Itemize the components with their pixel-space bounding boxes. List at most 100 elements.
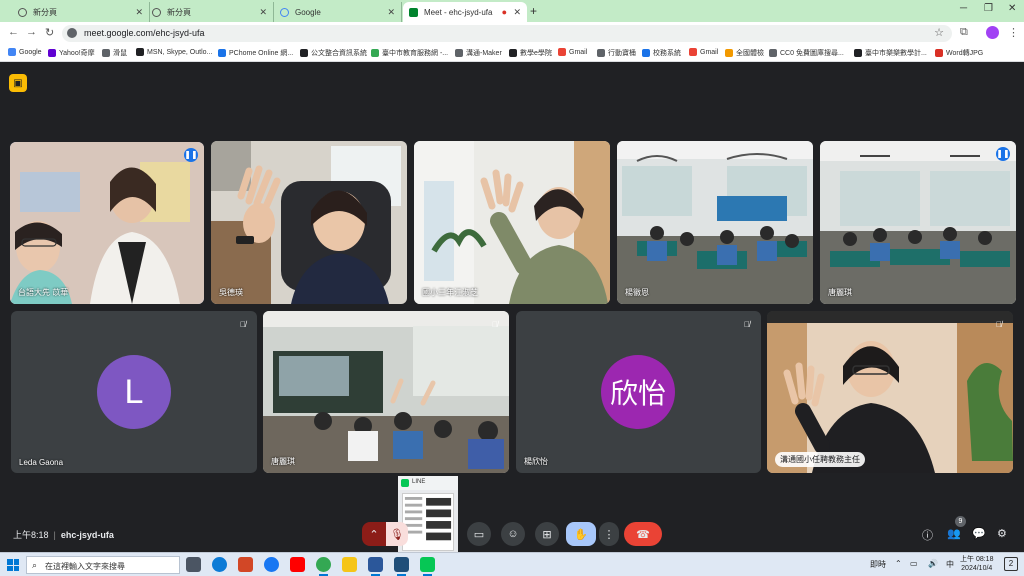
tab-title: 新分頁: [167, 7, 191, 17]
taskbar-clock[interactable]: 上午 08:18 2024/10/4: [960, 555, 993, 573]
bookmark-favicon-icon: [769, 49, 777, 57]
line-pip-window[interactable]: LINE: [398, 476, 458, 554]
reactions-button[interactable]: ☺: [501, 522, 525, 546]
reload-icon[interactable]: ↻: [45, 26, 54, 39]
chrome-icon[interactable]: [316, 557, 331, 576]
mic-options-button[interactable]: ⌃: [362, 522, 386, 546]
participant-tile[interactable]: ❚❚ 台語大先 苡華: [10, 142, 204, 304]
pip-preview: [402, 493, 454, 551]
windows-start-icon[interactable]: [7, 559, 19, 571]
close-tab-icon[interactable]: ✕: [259, 7, 267, 18]
tab-meet[interactable]: Meet - ehc-jsyd-ufa ● ✕: [403, 2, 527, 22]
more-options-button[interactable]: ⋮: [599, 522, 619, 546]
edge-icon[interactable]: [212, 557, 227, 572]
camera-off-icon[interactable]: ▣: [9, 74, 27, 92]
volume-icon[interactable]: 🔊: [928, 559, 938, 568]
bookmark-item[interactable]: Google: [8, 48, 42, 56]
line-app-icon[interactable]: [420, 557, 435, 576]
bookmark-label: 公文整合資訊系統: [311, 50, 367, 57]
close-tab-icon[interactable]: ✕: [135, 7, 143, 18]
bookmark-item[interactable]: PChome Online 網...: [218, 48, 293, 58]
profile-avatar[interactable]: [986, 26, 999, 39]
app-icon[interactable]: [394, 557, 409, 576]
people-icon[interactable]: 👥: [947, 527, 961, 540]
bookmark-item[interactable]: Gmail: [558, 48, 587, 56]
close-tab-icon[interactable]: ✕: [513, 7, 521, 18]
url-text: meet.google.com/ehc-jsyd-ufa: [84, 28, 205, 38]
omnibox[interactable]: meet.google.com/ehc-jsyd-ufa ☆: [62, 25, 952, 42]
bookmark-item[interactable]: MSN, Skype, Outlo...: [136, 48, 212, 56]
bookmark-label: 溝通-Maker: [466, 50, 502, 57]
powerpoint-icon[interactable]: [238, 557, 253, 572]
word-icon[interactable]: [368, 557, 383, 576]
bookmark-item[interactable]: 溝通-Maker: [455, 48, 502, 58]
notification-center-icon[interactable]: 2: [1004, 557, 1018, 571]
task-view-icon[interactable]: [186, 557, 201, 572]
extensions-icon[interactable]: ⧉: [960, 26, 968, 39]
tab-google[interactable]: Google ✕: [274, 2, 402, 22]
participant-tile[interactable]: L 🎙̸ Leda Gaona: [11, 311, 257, 473]
tab-new-2[interactable]: 新分頁 ✕: [146, 2, 274, 22]
bookmark-favicon-icon: [136, 48, 144, 56]
bookmark-item[interactable]: CC0 免費圖庫搜尋...: [769, 48, 844, 58]
chat-icon[interactable]: 💬: [972, 527, 986, 540]
menu-kebab-icon[interactable]: ⋮: [1008, 26, 1019, 39]
bookmark-item[interactable]: 校務系統: [642, 48, 681, 58]
taskbar-search-input[interactable]: ⌕ 在這裡輸入文字來搜尋: [26, 556, 180, 574]
participant-tile[interactable]: ❚❚ 唐麗琪: [820, 141, 1016, 304]
meet-stage: ▣ ❚❚ 台語大先 苡華 吳德瑛 國小三年江淑芝 楊徽恩 ❚❚ 唐麗琪 L 🎙̸…: [0, 62, 1024, 554]
new-tab-button[interactable]: +: [530, 4, 537, 18]
present-button[interactable]: ⊞: [535, 522, 559, 546]
bookmarks-bar: Google Yahoo!奇摩 滑鼠 MSN, Skype, Outlo... PCho…: [0, 44, 1024, 62]
globe-icon: [152, 7, 161, 17]
bookmark-item[interactable]: Word轉JPG: [935, 48, 983, 58]
bookmark-item[interactable]: Yahoo!奇摩: [48, 48, 95, 58]
people-count-badge: 9: [955, 516, 966, 527]
participant-tile[interactable]: 楊徽恩: [617, 141, 813, 304]
pip-label: LINE: [412, 479, 426, 485]
participant-tile[interactable]: 🎙̸ 溝通國小任聘教務主任: [767, 311, 1013, 473]
network-icon[interactable]: ▭: [910, 559, 918, 568]
site-info-icon[interactable]: [67, 28, 77, 38]
facebook-icon[interactable]: [264, 557, 279, 572]
bookmark-item[interactable]: 行動寶桶: [597, 48, 636, 58]
participant-tile[interactable]: 欣怡 🎙̸ 楊欣怡: [516, 311, 761, 473]
bookmark-item[interactable]: 滑鼠: [102, 48, 127, 58]
browser-tab-bar: 新分頁 ✕ 新分頁 ✕ Google ✕ Meet - ehc-jsyd-ufa…: [0, 0, 1024, 22]
youtube-icon[interactable]: [290, 557, 305, 572]
tab-title: Google: [295, 7, 321, 17]
forward-icon[interactable]: →: [26, 26, 37, 38]
bookmark-label: PChome Online 網...: [229, 50, 294, 57]
captions-button[interactable]: ▭: [467, 522, 491, 546]
close-window-icon[interactable]: ✕: [1008, 3, 1016, 14]
tray-status-text[interactable]: 即時: [870, 559, 886, 570]
bookmark-item[interactable]: 全國體檢: [725, 48, 764, 58]
mic-toggle-button[interactable]: 🎙: [386, 522, 408, 546]
minimize-icon[interactable]: ─: [960, 3, 967, 14]
bookmark-item[interactable]: 公文整合資訊系統: [300, 48, 367, 58]
bookmark-star-icon[interactable]: ☆: [934, 26, 944, 39]
ime-indicator[interactable]: 中: [946, 559, 954, 570]
meeting-info: 上午8:18 | ehc-jsyd-ufa: [13, 528, 114, 541]
participant-name: 國小三年江淑芝: [422, 288, 478, 297]
search-placeholder: 在這裡輸入文字來搜尋: [45, 562, 125, 571]
participant-tile[interactable]: 吳德瑛: [211, 141, 407, 304]
bookmark-item[interactable]: 臺中市樂樂數學計...: [854, 48, 927, 58]
meeting-details-icon[interactable]: ⓘ: [922, 527, 933, 543]
participant-tile[interactable]: 🎙̸ 唐麗琪: [263, 311, 509, 473]
close-tab-icon[interactable]: ✕: [387, 7, 395, 18]
back-icon[interactable]: ←: [8, 26, 19, 38]
mic-off-icon: 🎙̸: [492, 320, 498, 329]
emoji-icon: ☺: [507, 528, 519, 540]
bookmark-item[interactable]: Gmail: [689, 48, 718, 56]
leave-call-button[interactable]: ☎: [624, 522, 662, 546]
bookmark-item[interactable]: 臺中市教育服務網 -...: [371, 48, 448, 58]
file-explorer-icon[interactable]: [342, 557, 357, 572]
activities-icon[interactable]: ⚙: [997, 527, 1007, 540]
bookmark-item[interactable]: 數學e學院: [509, 48, 552, 58]
restore-icon[interactable]: ❐: [984, 3, 993, 14]
tray-chevron-icon[interactable]: ⌃: [895, 559, 902, 568]
participant-tile[interactable]: 國小三年江淑芝: [414, 141, 610, 304]
raise-hand-button[interactable]: ✋: [566, 522, 596, 546]
tab-new-1[interactable]: 新分頁 ✕: [12, 2, 150, 22]
